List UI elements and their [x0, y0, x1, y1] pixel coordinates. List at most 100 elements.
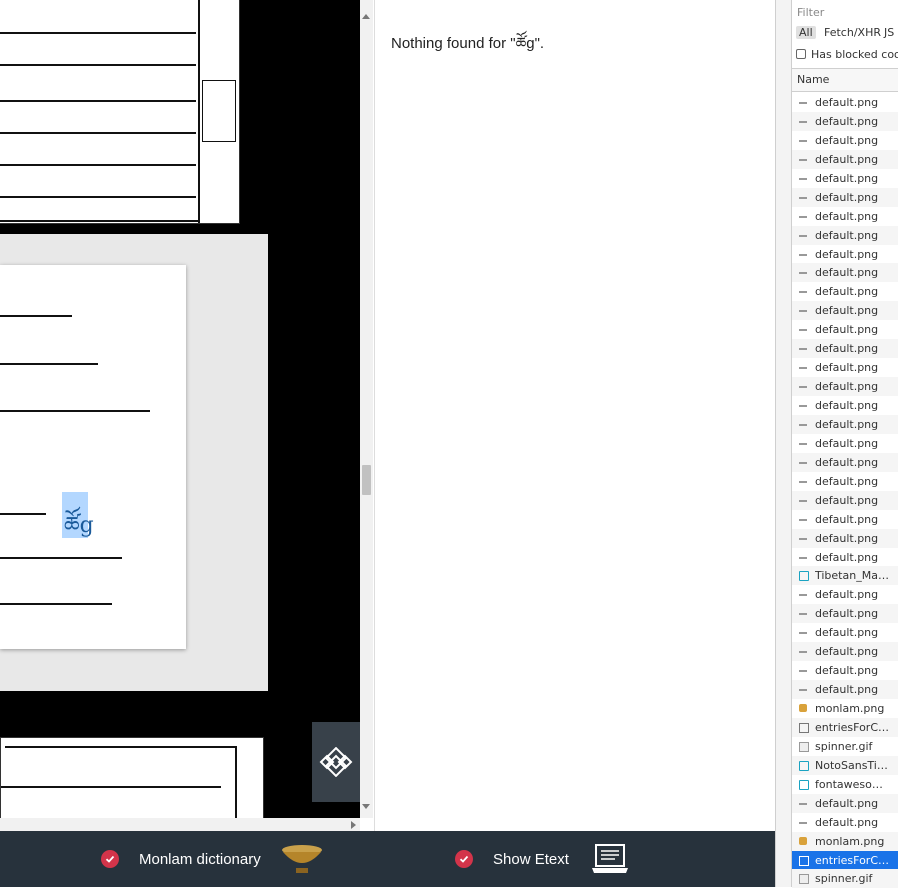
scroll-down-icon[interactable] — [362, 804, 370, 809]
blocked-cookies-option[interactable]: Has blocked cook — [796, 48, 898, 61]
image-file-icon — [799, 139, 807, 142]
request-name: default.png — [815, 247, 879, 261]
request-row[interactable]: default.png — [792, 528, 898, 548]
request-name: spinner.gif — [815, 872, 873, 886]
request-row[interactable]: default.png — [792, 396, 898, 415]
request-row[interactable]: default.png — [792, 680, 898, 699]
request-row[interactable]: default.png — [792, 301, 898, 321]
request-row[interactable]: default.png — [792, 207, 898, 226]
request-name: default.png — [815, 683, 879, 697]
no-results-message: Nothing found for "ཚོg". — [391, 35, 545, 52]
request-row[interactable]: default.png — [792, 642, 898, 662]
image-file-icon — [799, 518, 807, 521]
monlam-dictionary-toggle[interactable]: Monlam dictionary — [101, 831, 323, 887]
request-row[interactable]: default.png — [792, 320, 898, 339]
request-name: default.png — [815, 512, 879, 526]
request-name: default.png — [815, 664, 879, 678]
request-row[interactable]: default.png — [792, 661, 898, 680]
request-name: entriesForCh... — [815, 720, 893, 734]
request-name: default.png — [815, 228, 879, 242]
request-name: default.png — [815, 645, 879, 659]
image-file-icon — [799, 272, 807, 275]
request-row[interactable]: spinner.gif — [792, 869, 898, 888]
request-row[interactable]: default.png — [792, 452, 898, 472]
request-row[interactable]: default.png — [792, 225, 898, 245]
bottom-toolbar: Monlam dictionary Show Etext — [0, 831, 775, 887]
etext-card[interactable] — [0, 265, 186, 649]
request-row[interactable]: default.png — [792, 358, 898, 377]
request-row[interactable]: default.png — [792, 585, 898, 604]
request-row[interactable]: default.png — [792, 111, 898, 131]
request-row[interactable]: default.png — [792, 434, 898, 453]
request-name: default.png — [815, 436, 879, 450]
request-name: default.png — [815, 550, 879, 564]
image-file-icon — [799, 405, 807, 407]
request-row[interactable]: default.png — [792, 414, 898, 434]
request-name: default.png — [815, 815, 879, 829]
checkbox-icon[interactable] — [796, 49, 806, 59]
request-row[interactable]: default.png — [792, 793, 898, 813]
request-row[interactable]: monlam.png — [792, 699, 898, 718]
monlam-dictionary-label: Monlam dictionary — [139, 850, 261, 868]
request-name: default.png — [815, 417, 879, 431]
request-row[interactable]: default.png — [792, 548, 898, 567]
request-row[interactable]: spinner.gif — [792, 737, 898, 756]
devtools-splitter[interactable] — [775, 0, 792, 887]
request-row[interactable]: monlam.png — [792, 831, 898, 851]
request-name: monlam.png — [815, 702, 885, 715]
request-row[interactable]: default.png — [792, 169, 898, 188]
devtools-network-panel: Filter All Fetch/XHR JS Has blocked cook… — [791, 0, 898, 888]
request-row[interactable]: default.png — [792, 377, 898, 396]
request-name: default.png — [815, 399, 879, 412]
request-row[interactable]: default.png — [792, 263, 898, 283]
request-row[interactable]: default.png — [792, 813, 898, 832]
scan-viewer[interactable]: ཚོg — [0, 0, 360, 831]
request-row[interactable]: entriesForCh... — [792, 717, 898, 737]
name-column-header[interactable]: Name — [792, 68, 898, 92]
scroll-right-icon[interactable] — [351, 821, 356, 829]
image-file-icon — [799, 215, 807, 218]
filter-all[interactable]: All — [796, 26, 816, 39]
image-file-icon — [799, 423, 807, 426]
request-row[interactable]: default.png — [792, 187, 898, 207]
request-row[interactable]: default.png — [792, 245, 898, 264]
request-row[interactable]: fontawesom... — [792, 775, 898, 794]
image-file-icon — [799, 704, 807, 712]
scroll-up-icon[interactable] — [362, 14, 370, 19]
request-row[interactable]: default.png — [792, 604, 898, 624]
request-row[interactable]: entriesForCh... — [792, 850, 898, 870]
request-name: default.png — [815, 607, 879, 621]
font-file-icon — [799, 779, 809, 790]
filter-input[interactable]: Filter — [797, 6, 824, 19]
vertical-scrollbar[interactable] — [360, 0, 373, 818]
request-row[interactable]: Tibetan_Mac... — [792, 566, 898, 586]
request-row[interactable]: default.png — [792, 339, 898, 359]
filter-js[interactable]: JS — [884, 26, 894, 39]
bowl-icon — [281, 845, 322, 873]
request-name: default.png — [815, 209, 879, 223]
image-file-icon — [799, 802, 807, 805]
filter-fetch-xhr[interactable]: Fetch/XHR — [824, 26, 881, 39]
request-row[interactable]: default.png — [792, 149, 898, 169]
request-row[interactable]: NotoSansTib... — [792, 755, 898, 775]
request-row[interactable]: default.png — [792, 282, 898, 301]
horizontal-scrollbar[interactable] — [0, 818, 360, 831]
request-name: default.png — [815, 190, 879, 204]
request-row[interactable]: default.png — [792, 490, 898, 510]
request-list: default.png default.png default.png default… — [792, 93, 898, 888]
request-row[interactable]: default.png — [792, 131, 898, 150]
request-name: default.png — [815, 626, 879, 640]
highlighted-word[interactable]: ཚོg — [64, 500, 94, 562]
image-file-icon — [799, 102, 807, 104]
show-etext-label: Show Etext — [493, 850, 569, 868]
request-row[interactable]: default.png — [792, 510, 898, 529]
check-icon — [101, 850, 119, 868]
request-row[interactable]: default.png — [792, 93, 898, 112]
request-name: default.png — [815, 171, 879, 185]
request-row[interactable]: default.png — [792, 623, 898, 642]
scroll-thumb[interactable] — [362, 465, 371, 495]
show-etext-toggle[interactable]: Show Etext — [455, 831, 629, 887]
request-row[interactable]: default.png — [792, 472, 898, 491]
font-file-icon — [799, 760, 809, 771]
knot-icon-button[interactable] — [312, 722, 360, 802]
